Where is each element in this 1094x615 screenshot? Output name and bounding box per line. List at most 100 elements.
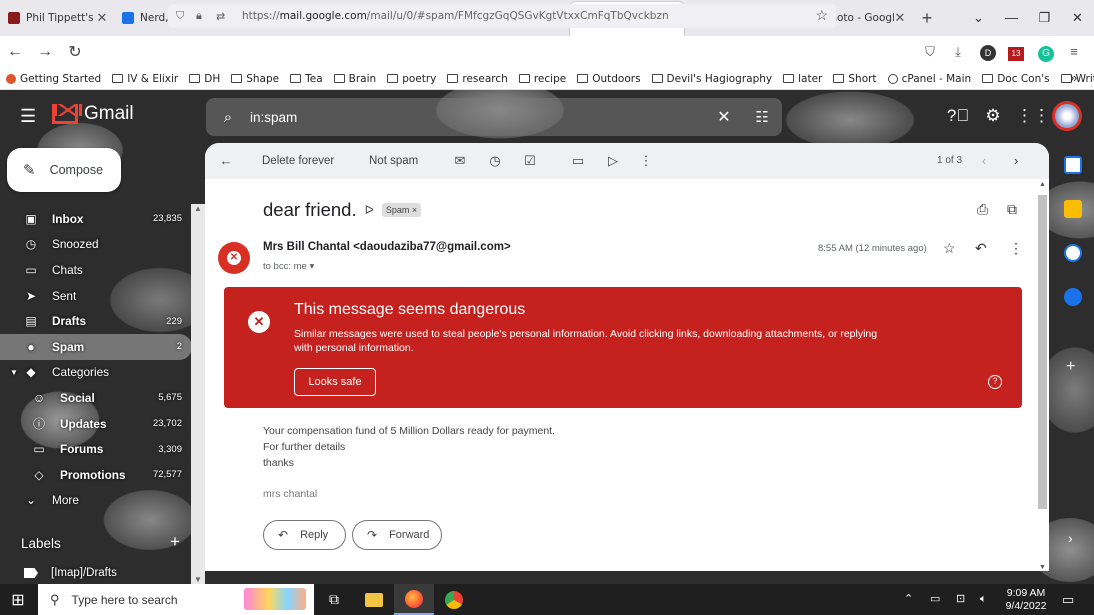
back-to-spam-icon[interactable]: ← — [215, 143, 237, 179]
restore-button[interactable]: ❐ — [1028, 0, 1061, 36]
bookmark-item[interactable]: recipe — [518, 73, 566, 85]
scroll-down-icon[interactable]: ▼ — [1036, 564, 1049, 571]
bookmark-item[interactable]: Tea — [290, 73, 323, 85]
keep-icon[interactable] — [1064, 200, 1082, 218]
mark-unread-icon[interactable]: ✉ — [449, 143, 471, 179]
sidebar-item-sent[interactable]: ➤ Sent — [0, 283, 192, 309]
sidebar-item-chats[interactable]: ▭ Chats — [0, 257, 192, 283]
spam-label-chip[interactable]: Spam × — [381, 203, 422, 217]
newer-icon[interactable]: ‹ — [973, 143, 995, 179]
move-to-icon[interactable]: ▭ — [567, 143, 589, 179]
recipient-details[interactable]: to bcc: me ▾ — [263, 261, 314, 272]
search-input[interactable]: in:spam — [250, 110, 706, 125]
pocket-icon[interactable]: ⛉ — [918, 40, 942, 64]
scroll-down-icon[interactable]: ▼ — [191, 575, 205, 584]
sidebar-item-snoozed[interactable]: ◷ Snoozed — [0, 232, 192, 258]
browser-tab[interactable]: Phil Tippett's Ma✕ — [0, 0, 114, 36]
clear-search-icon[interactable]: ✕ — [706, 107, 742, 127]
file-explorer-icon[interactable] — [354, 584, 394, 615]
bookmark-item[interactable]: IV & Elixir — [112, 73, 178, 85]
sidebar-item-social[interactable]: ☺ Social 5,675 — [0, 385, 192, 411]
chrome-icon[interactable] — [434, 584, 474, 615]
bookmark-star-icon[interactable]: ☆ — [815, 7, 828, 24]
network-icon[interactable]: ⊡ — [956, 584, 965, 615]
bookmark-item[interactable]: Doc Con's — [982, 73, 1050, 85]
system-clock[interactable]: 9:09 AM 9/4/2022 — [996, 587, 1056, 613]
gmail-logo[interactable]: Gmail — [52, 103, 134, 125]
bookmarks-overflow-icon[interactable]: » — [1070, 70, 1086, 85]
profile-d-icon[interactable]: D — [976, 40, 1000, 64]
back-button[interactable]: ← — [0, 43, 30, 61]
show-hidden-icons[interactable]: ⌃ — [904, 584, 913, 615]
account-avatar[interactable] — [1052, 101, 1082, 131]
task-view-icon[interactable]: ⧉ — [314, 584, 354, 615]
bookmark-item[interactable]: Getting Started — [6, 73, 101, 85]
sidebar-item-promotions[interactable]: ◇ Promotions 72,577 — [0, 462, 192, 488]
volume-icon[interactable]: 🔈︎ — [980, 584, 987, 615]
label-icon[interactable]: ▷ — [602, 143, 624, 179]
open-new-window-icon[interactable]: ⧉ — [1007, 201, 1017, 218]
extension-icon[interactable]: 13 — [1004, 40, 1028, 64]
close-tab-icon[interactable]: ✕ — [96, 10, 108, 26]
search-icon[interactable]: ⌕ — [206, 109, 250, 126]
importance-marker-icon[interactable]: ᐅ — [365, 203, 374, 217]
new-tab-button[interactable]: + — [912, 8, 942, 29]
minimize-button[interactable]: — — [995, 0, 1028, 36]
bookmark-item[interactable]: research — [447, 73, 508, 85]
bookmark-item[interactable]: Brain — [333, 73, 376, 85]
main-menu-icon[interactable]: ☰ — [20, 106, 36, 127]
bookmark-item[interactable]: cPanel - Main — [887, 73, 971, 85]
address-bar[interactable]: ⛉ 🔒︎ ⇄ https://mail.google.com/mail/u/0/… — [168, 4, 836, 28]
not-spam-button[interactable]: Not spam — [369, 143, 418, 179]
sidebar-item-spam[interactable]: ● Spam 2 — [0, 333, 192, 360]
grammarly-icon[interactable]: G — [1034, 40, 1058, 64]
scroll-up-icon[interactable]: ▲ — [1036, 181, 1049, 188]
bookmark-item[interactable]: Short — [833, 73, 877, 85]
search-options-icon[interactable]: ☷ — [742, 108, 782, 126]
close-window-button[interactable]: ✕ — [1061, 0, 1094, 36]
scroll-up-icon[interactable]: ▲ — [191, 204, 205, 213]
get-addons-icon[interactable]: + — [1066, 358, 1075, 376]
looks-safe-button[interactable]: Looks safe — [294, 368, 376, 396]
firefox-icon[interactable] — [394, 584, 434, 615]
forward-button[interactable]: ↷ Forward — [352, 520, 442, 550]
older-icon[interactable]: › — [1005, 143, 1027, 179]
menu-icon[interactable]: ≡ — [1062, 40, 1086, 64]
reply-icon[interactable]: ↶ — [975, 240, 987, 257]
delete-forever-button[interactable]: Delete forever — [262, 143, 334, 179]
bookmark-item[interactable]: Outdoors — [577, 73, 641, 85]
bookmark-item[interactable]: Devil's Hagiography — [651, 73, 772, 85]
notifications-icon[interactable]: ▭ — [1062, 584, 1074, 615]
sidebar-item-categories[interactable]: ▼ ◆ Categories — [0, 360, 192, 386]
sidebar-item-updates[interactable]: ⓘ Updates 23,702 — [0, 411, 192, 437]
compose-button[interactable]: ✎ Compose — [7, 148, 121, 192]
help-icon[interactable]: ?⃝ — [946, 104, 970, 128]
more-options-icon[interactable]: ⋮ — [635, 143, 657, 179]
tab-list-icon[interactable]: ⌄ — [962, 0, 995, 36]
expand-caret-icon[interactable]: ▼ — [10, 368, 18, 377]
scroll-thumb[interactable] — [1038, 195, 1047, 509]
calendar-icon[interactable] — [1064, 156, 1082, 174]
forward-button[interactable]: → — [30, 43, 60, 61]
reply-button[interactable]: ↶ Reply — [263, 520, 346, 550]
sidebar-item-inbox[interactable]: ▣ Inbox 23,835 — [0, 206, 192, 232]
close-tab-icon[interactable]: ✕ — [894, 10, 906, 26]
contacts-icon[interactable] — [1064, 288, 1082, 306]
reload-button[interactable]: ↻ — [60, 42, 90, 62]
taskbar-search[interactable]: ⚲ Type here to search — [38, 584, 314, 615]
apps-grid-icon[interactable]: ⋮⋮⋮ — [1016, 104, 1067, 128]
settings-gear-icon[interactable]: ⚙ — [981, 104, 1005, 128]
add-label-icon[interactable]: + — [170, 532, 180, 552]
bookmark-item[interactable]: poetry — [387, 73, 436, 85]
warning-help-icon[interactable]: ? — [988, 375, 1002, 389]
show-side-panel-icon[interactable]: › — [1068, 530, 1073, 546]
sidebar-item-imap-drafts[interactable]: [Imap]/Drafts — [24, 567, 117, 579]
downloads-icon[interactable]: ⤓ — [946, 40, 970, 64]
sidebar-scrollbar[interactable]: ▲ ▼ — [191, 204, 205, 584]
add-task-icon[interactable]: ☑ — [519, 143, 541, 179]
bookmark-item[interactable]: DH — [189, 73, 220, 85]
sidebar-item-more[interactable]: ⌄ More — [0, 488, 192, 514]
more-vert-icon[interactable]: ⋮ — [1009, 240, 1023, 257]
bookmark-item[interactable]: later — [783, 73, 822, 85]
print-icon[interactable]: ⎙ — [977, 201, 988, 218]
